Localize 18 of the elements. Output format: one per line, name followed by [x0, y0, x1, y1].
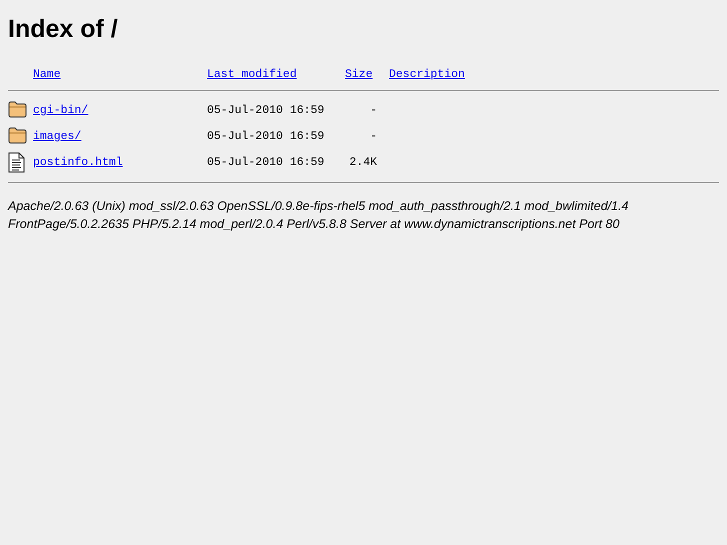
column-header-link[interactable]: Name [33, 68, 61, 81]
file-link[interactable]: images/ [33, 130, 82, 143]
column-header-link[interactable]: Last modified [207, 68, 297, 81]
server-signature: Apache/2.0.63 (Unix) mod_ssl/2.0.63 OpenSSL/0.9.8e-fips-rhel5 mod_auth_passthrough/2.1 mod_bwlimited/1.4 FrontPage/5.0.2.2635 PHP/5.2.14 mod_perl/2.0.4 Perl/v5.8.8 Server at www.dynamictranscriptions.net Port 80 [8, 198, 630, 234]
folder-icon [8, 101, 27, 118]
modified-date: 05-Jul-2010 16:59 [207, 130, 324, 143]
file-link[interactable]: cgi-bin/ [33, 104, 88, 117]
column-header-link[interactable]: Size [345, 68, 373, 81]
file-size: - [370, 130, 377, 143]
modified-date: 05-Jul-2010 16:59 [207, 104, 324, 117]
page-title: Index of / [8, 14, 119, 44]
file-size: - [370, 104, 377, 117]
file-link[interactable]: postinfo.html [33, 156, 123, 169]
column-header-link[interactable]: Description [389, 68, 465, 81]
document-icon [8, 152, 25, 173]
modified-date: 05-Jul-2010 16:59 [207, 156, 324, 169]
folder-icon [8, 127, 27, 144]
file-size: 2.4K [349, 156, 377, 169]
